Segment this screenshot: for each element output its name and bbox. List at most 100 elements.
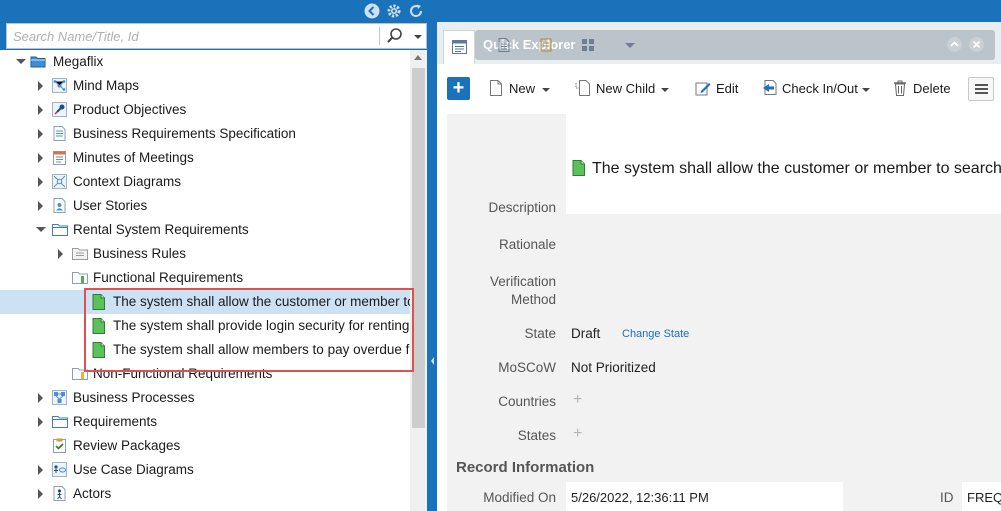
tree-node-functional-requirements[interactable]: Functional Requirements [0,266,410,290]
tab-bar: Quick Explorer [437,22,1001,64]
expand-toggle-icon[interactable] [58,249,63,259]
expand-toggle-icon[interactable] [38,489,43,499]
splitter-grip-icon[interactable] [429,350,436,372]
expand-toggle-icon[interactable] [38,177,43,187]
expand-toggle-icon[interactable] [38,201,43,211]
tree-item-label: Mind Maps [73,78,140,93]
collapse-left-icon[interactable] [364,3,380,19]
expand-toggle-icon[interactable] [38,465,43,475]
tree-node-business-processes[interactable]: Business Processes [0,386,410,410]
modified-on-label: Modified On [483,490,556,505]
edit-button[interactable]: Edit [695,78,745,100]
tree-item-label: Requirements [73,414,158,429]
expand-toggle-icon[interactable] [38,129,43,139]
countries-label: Countries [498,394,556,409]
expand-toggle-icon[interactable] [38,81,43,91]
chevron-down-icon [862,88,870,92]
delete-button-label: Delete [913,81,951,96]
tree-node-actors[interactable]: Actors [0,482,410,506]
chevron-down-icon[interactable] [623,38,637,52]
scrollbar-thumb[interactable] [412,68,425,428]
selection-highlight-box [84,288,414,372]
refresh-icon[interactable] [408,3,424,19]
check-in-out-button[interactable]: Check In/Out [762,78,872,100]
edit-button-label: Edit [716,81,739,96]
new-child-button-label: New Child [596,81,656,96]
gear-icon[interactable] [386,3,402,19]
states-label: States [517,428,556,443]
state-value: Draft [571,326,601,341]
tree-node-megaflix[interactable]: Megaflix [0,50,410,74]
menu-icon[interactable] [968,77,994,101]
id-label: ID [940,490,954,505]
quick-explorer-overlay[interactable]: Quick Explorer [475,30,995,60]
collapse-toggle-icon[interactable] [16,59,26,64]
tree-node-review-packages[interactable]: Review Packages [0,434,410,458]
user-story-icon [52,198,67,213]
search-icon[interactable] [384,26,406,46]
document-icon[interactable] [497,38,511,52]
id-value: FREQ [967,490,1001,505]
tree-node-rental-system-requirements[interactable]: Rental System Requirements [0,218,410,242]
expand-toggle-icon[interactable] [38,393,43,403]
expand-toggle-icon[interactable] [38,105,43,115]
folder-icon [52,222,68,237]
tree-node-requirements[interactable]: Requirements [0,410,410,434]
search-input[interactable] [7,24,375,48]
tree-node-user-stories[interactable]: User Stories [0,194,410,218]
state-label: State [524,326,556,341]
add-button[interactable]: + [447,77,470,100]
close-icon[interactable] [969,37,984,52]
search-divider [379,27,380,45]
tree-node-business-rules[interactable]: Business Rules [0,242,410,266]
tree-item-label: Business Processes [73,390,195,405]
collapse-up-icon[interactable] [947,37,962,52]
actor-icon [52,486,67,501]
expand-toggle-icon[interactable] [38,417,43,427]
scroll-up-icon[interactable] [414,55,422,60]
moscow-value[interactable]: Not Prioritized [571,360,656,375]
moscow-label: MoSCoW [498,360,556,375]
tree-node-product-objectives[interactable]: Product Objectives [0,98,410,122]
rationale-label: Rationale [498,237,556,252]
tree-item-label: User Stories [73,198,148,213]
tree-node-minutes-of-meetings[interactable]: Minutes of Meetings [0,146,410,170]
tab-record-details[interactable] [443,30,475,64]
tree-item-label: Business Rules [93,246,187,261]
pane-splitter[interactable] [428,0,437,511]
tree-node-mind-maps[interactable]: Mind Maps [0,74,410,98]
change-state-link[interactable]: Change State [622,328,689,340]
document-icon [52,126,67,141]
description-label: Description [488,200,556,215]
record-title-panel: The system shall allow the customer or m… [566,114,1001,214]
modified-on-panel: 5/26/2022, 12:36:11 PM [566,482,843,511]
folder-icon [52,414,68,429]
tree-node-context-diagrams[interactable]: Context Diagrams [0,170,410,194]
editor-topbar [437,0,1001,22]
search-options-chevron-icon[interactable] [411,26,425,46]
delete-button[interactable]: Delete [893,78,953,100]
record-toolbar: + New New Child Edit Check In/Out Delete [437,66,1001,110]
attachment-icon[interactable] [539,38,553,52]
grid-icon[interactable] [581,38,595,52]
context-diagram-icon [52,174,67,189]
expand-toggle-icon[interactable] [38,153,43,163]
check-in-out-button-label: Check In/Out [782,81,858,96]
new-button[interactable]: New [489,78,551,100]
tree-node-use-case-diagrams[interactable]: Use Case Diagrams [0,458,410,482]
tree-item-label: Actors [73,486,112,501]
tree-scrollbar[interactable] [410,50,427,511]
requirements-folder-icon [72,270,88,285]
modified-on-value: 5/26/2022, 12:36:11 PM [571,490,709,505]
collapse-toggle-icon[interactable] [36,227,46,232]
tree-item-label: Review Packages [73,438,181,453]
review-package-icon [52,438,67,453]
new-child-button[interactable]: New Child [575,78,671,100]
add-country-icon[interactable]: + [573,391,582,409]
project-tree: Megaflix Mind Maps Product Objectives Bu… [0,50,410,511]
add-state-icon[interactable]: + [573,425,582,443]
pin-icon [52,102,67,117]
tree-node-business-requirements-specification[interactable]: Business Requirements Specification [0,122,410,146]
record-title[interactable]: The system shall allow the customer or m… [592,160,1001,178]
tree-item-label: Minutes of Meetings [73,150,194,165]
